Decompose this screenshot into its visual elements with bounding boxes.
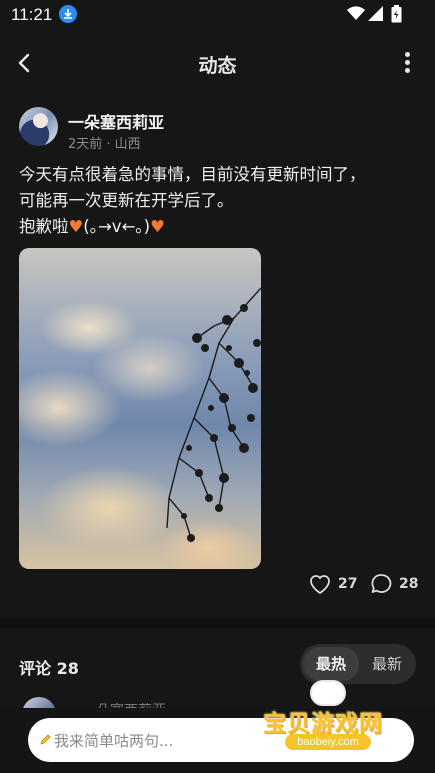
- section-divider: [0, 618, 435, 628]
- tree-branches-image: [166, 287, 261, 542]
- comment-button[interactable]: 28: [370, 572, 418, 596]
- comment-count: 28: [399, 576, 419, 592]
- post-line-3: 抱歉啦♥(｡→v←｡)♥: [19, 214, 419, 240]
- status-time: 11:21: [11, 5, 53, 24]
- battery-icon: [391, 5, 402, 23]
- page-title: 动态: [198, 55, 237, 77]
- pencil-icon: [40, 734, 51, 745]
- download-icon: [59, 5, 77, 23]
- author-avatar[interactable]: [19, 107, 58, 146]
- comment-bubble-icon: [371, 574, 392, 593]
- post-line-2: 可能再一次更新在开学后了。: [19, 191, 234, 210]
- status-bar: 11:21: [0, 0, 435, 32]
- watermark-logo: 宝贝游戏网 baobeiy.com: [255, 680, 405, 760]
- post-line-1: 今天有点很着急的事情，目前没有更新时间了，: [19, 165, 366, 184]
- watermark-text: 宝贝游戏网: [263, 711, 383, 737]
- gamepad-mascot-icon: [310, 680, 346, 706]
- comment-placeholder: 我来简单咕两句...: [54, 732, 174, 750]
- orange-heart-icon: ♥: [68, 217, 84, 236]
- more-dot: [405, 68, 410, 73]
- like-button[interactable]: 27: [308, 572, 357, 596]
- more-dot: [405, 60, 410, 65]
- comments-title: 评论 28: [19, 659, 79, 678]
- sort-hot-button[interactable]: 最热: [303, 647, 359, 681]
- more-options-button[interactable]: [398, 50, 418, 76]
- wifi-icon: [347, 6, 365, 21]
- post-meta: 2天前 · 山西: [68, 137, 141, 152]
- signal-icon: [368, 6, 383, 21]
- sort-new-button[interactable]: 最新: [360, 647, 414, 681]
- post-apology: 抱歉啦: [19, 217, 69, 236]
- comment-sort-toggle: 最热 最新: [300, 644, 416, 684]
- post-image[interactable]: [19, 248, 261, 569]
- orange-heart-icon: ♥: [150, 217, 165, 236]
- app-header: 动态: [0, 36, 435, 90]
- heart-icon: [310, 575, 330, 595]
- kaomoji: (｡→v←｡): [83, 217, 151, 236]
- more-dots-icon: [405, 52, 410, 57]
- watermark-url: baobeiy.com: [285, 734, 371, 750]
- post-text: 今天有点很着急的事情，目前没有更新时间了， 可能再一次更新在开学后了。 抱歉啦♥…: [19, 162, 419, 240]
- like-count: 27: [338, 576, 358, 592]
- author-name[interactable]: 一朵塞西莉亚: [68, 109, 164, 133]
